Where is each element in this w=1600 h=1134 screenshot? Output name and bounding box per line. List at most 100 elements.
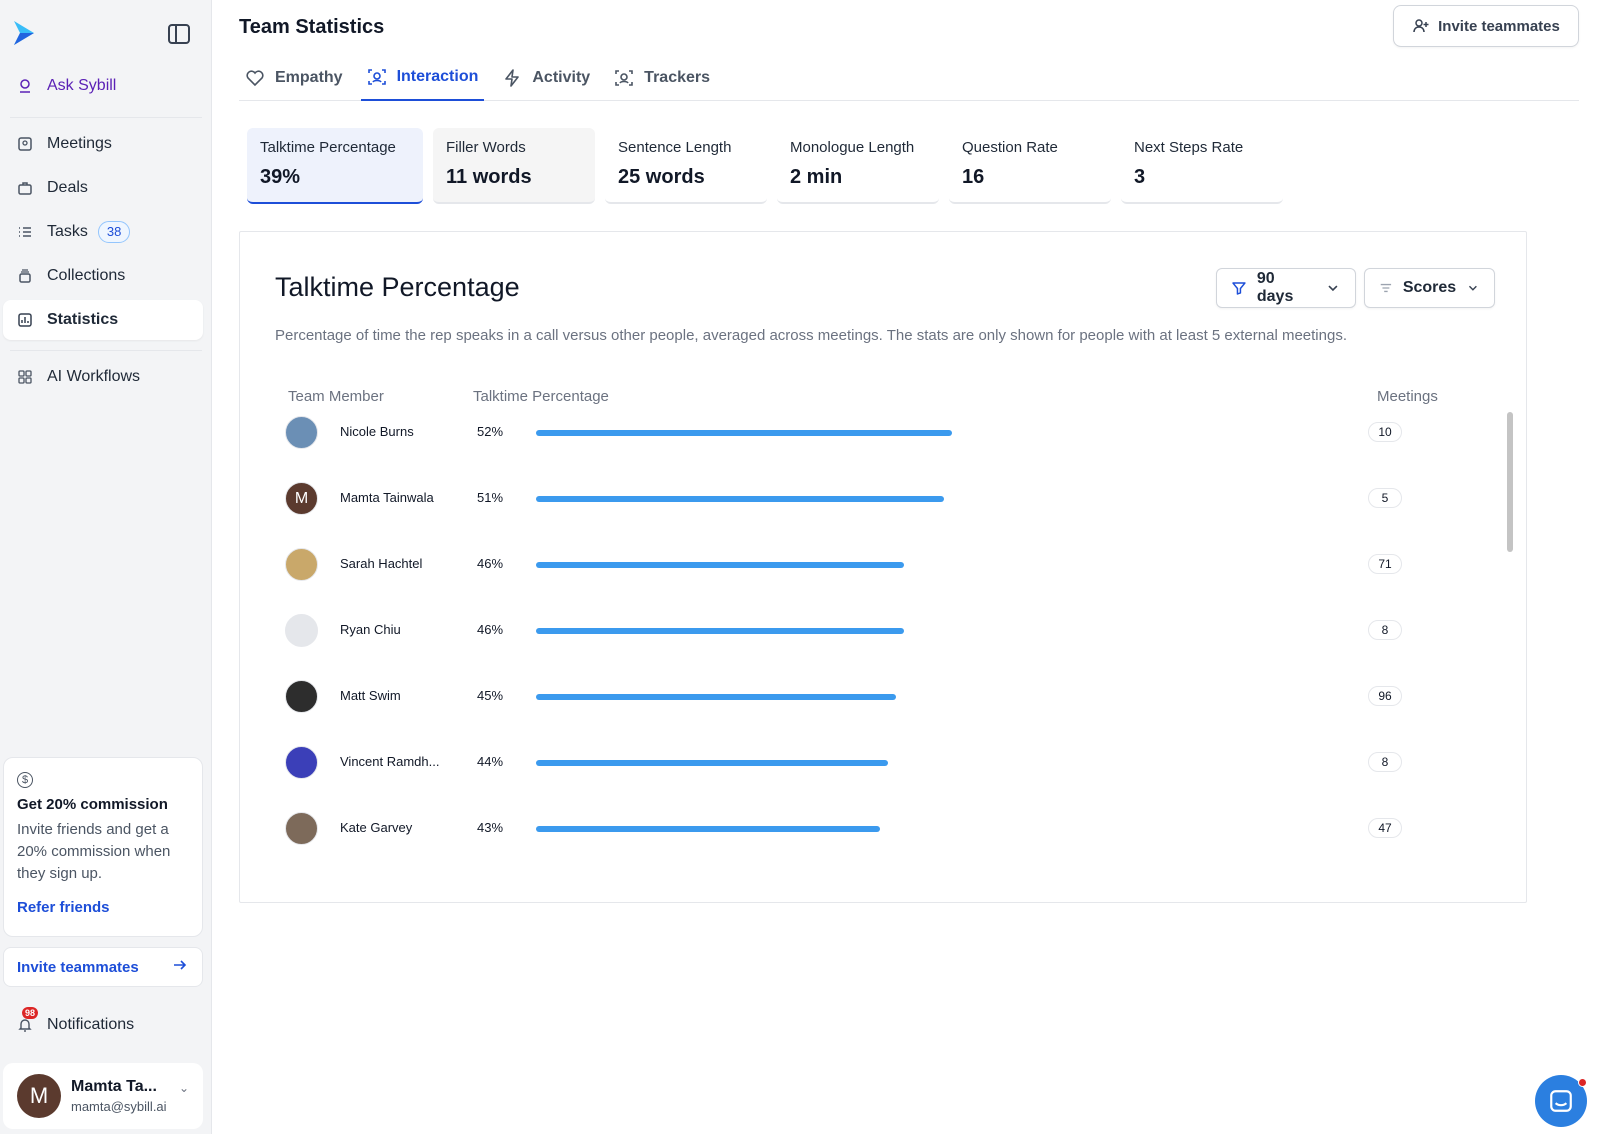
filter-icon — [1232, 282, 1246, 295]
sidebar-item-meetings[interactable]: Meetings — [3, 124, 203, 164]
talktime-bar — [536, 826, 880, 832]
column-header-talktime: Talktime Percentage — [473, 388, 609, 405]
arrow-right-icon — [172, 957, 188, 977]
member-name: Sarah Hachtel — [340, 556, 423, 571]
talktime-bar — [536, 496, 944, 502]
metric-card-sentence-length[interactable]: Sentence Length 25 words — [605, 128, 767, 204]
avatar — [285, 746, 318, 779]
talktime-bar-track — [536, 826, 1336, 832]
card-title: Talktime Percentage — [275, 272, 520, 302]
talktime-bar-track — [536, 562, 1336, 568]
refer-friends-link[interactable]: Refer friends — [17, 899, 189, 916]
talktime-card: Talktime Percentage 90 days Scores Perce… — [239, 231, 1527, 903]
referral-promo-card: $ Get 20% commission Invite friends and … — [3, 757, 203, 937]
table-row[interactable]: Ryan Chiu 46% 8 — [285, 610, 1460, 650]
metric-label: Sentence Length — [618, 139, 732, 156]
grid-icon — [17, 369, 33, 385]
metric-label: Filler Words — [446, 139, 526, 156]
chat-unread-dot — [1578, 1078, 1587, 1087]
table-row[interactable]: Kate Garvey 43% 47 — [285, 808, 1460, 848]
profile-name: Mamta Ta... — [71, 1078, 157, 1095]
invite-teammates-button[interactable]: Invite teammates — [1393, 5, 1579, 47]
sidebar-item-statistics[interactable]: Statistics — [3, 300, 203, 340]
metric-card-talktime[interactable]: Talktime Percentage 39% — [247, 128, 423, 204]
tab-label: Empathy — [275, 69, 343, 86]
table-scrollbar[interactable] — [1505, 412, 1515, 867]
sidebar-item-collections[interactable]: Collections — [3, 256, 203, 296]
meetings-count-badge: 71 — [1368, 554, 1402, 574]
meetings-count-badge: 8 — [1368, 752, 1402, 772]
metric-card-next-steps-rate[interactable]: Next Steps Rate 3 — [1121, 128, 1283, 204]
table-row[interactable]: M Mamta Tainwala 51% 5 — [285, 478, 1460, 518]
user-profile-menu[interactable]: M Mamta Ta... mamta@sybill.ai ⌄ — [3, 1063, 203, 1129]
talktime-bar-track — [536, 628, 1336, 634]
talktime-value: 51% — [477, 490, 504, 505]
member-name: Vincent Ramdh... — [340, 754, 440, 769]
sidebar-divider — [10, 117, 202, 118]
column-header-member: Team Member — [288, 388, 384, 405]
tab-label: Interaction — [396, 68, 479, 85]
notifications-label: Notifications — [47, 1016, 135, 1033]
talktime-value: 52% — [477, 424, 504, 439]
avatar — [285, 812, 318, 845]
table-row[interactable]: Vincent Ramdh... 44% 8 — [285, 742, 1460, 782]
member-name: Mamta Tainwala — [340, 490, 434, 505]
scan-face-icon — [367, 69, 386, 85]
sidebar-item-label: Deals — [47, 179, 88, 196]
sidebar-item-label: Collections — [47, 267, 126, 284]
metric-value: 39% — [260, 166, 301, 188]
sidebar-item-label: AI Workflows — [47, 368, 141, 385]
invite-teammates-sidebar-button[interactable]: Invite teammates — [3, 947, 203, 987]
scrollbar-thumb[interactable] — [1507, 412, 1513, 552]
avatar — [285, 548, 318, 581]
chevron-down-icon — [1328, 285, 1338, 292]
sort-dropdown[interactable]: Scores — [1364, 268, 1495, 308]
avatar: M — [285, 482, 318, 515]
briefcase-icon — [17, 180, 33, 196]
main-content: Team Statistics Invite teammates Empathy… — [212, 0, 1600, 1134]
tab-trackers[interactable]: Trackers — [608, 55, 716, 101]
chart-icon — [17, 312, 33, 328]
metric-cards: Talktime Percentage 39% Filler Words 11 … — [247, 128, 1293, 204]
sidebar-collapse-icon[interactable] — [168, 24, 190, 44]
tab-activity[interactable]: Activity — [496, 55, 596, 101]
sidebar-divider — [10, 350, 202, 351]
table-row[interactable]: Sarah Hachtel 46% 71 — [285, 544, 1460, 584]
sidebar-item-ask-sybill[interactable]: Ask Sybill — [3, 66, 203, 106]
metric-card-filler-words[interactable]: Filler Words 11 words — [433, 128, 595, 204]
stat-tabs: Empathy Interaction Activity Trackers — [239, 55, 1579, 101]
metric-card-monologue-length[interactable]: Monologue Length 2 min — [777, 128, 939, 204]
sybill-logo[interactable] — [10, 18, 40, 48]
tab-empathy[interactable]: Empathy — [239, 55, 349, 101]
collections-icon — [17, 268, 33, 284]
ask-sybill-icon — [17, 78, 33, 94]
date-range-dropdown[interactable]: 90 days — [1216, 268, 1356, 308]
tasks-count-badge: 38 — [97, 221, 131, 243]
scan-face-icon — [615, 70, 633, 86]
table-row[interactable]: Matt Swim 45% 96 — [285, 676, 1460, 716]
sidebar-item-ai-workflows[interactable]: AI Workflows — [3, 357, 203, 397]
notifications-item[interactable]: 98 Notifications — [3, 1005, 203, 1045]
sidebar-item-deals[interactable]: Deals — [3, 168, 203, 208]
metric-label: Monologue Length — [790, 139, 915, 156]
lightning-icon — [505, 69, 520, 87]
tab-interaction[interactable]: Interaction — [360, 55, 485, 101]
talktime-bar-track — [536, 694, 1336, 700]
meetings-count-badge: 96 — [1368, 686, 1402, 706]
talktime-value: 44% — [477, 754, 504, 769]
list-icon — [17, 224, 33, 240]
sort-lines-icon — [1380, 283, 1392, 293]
meetings-count-badge: 5 — [1368, 488, 1402, 508]
avatar — [285, 416, 318, 449]
member-name: Ryan Chiu — [340, 622, 401, 637]
notification-count-badge: 98 — [22, 1007, 39, 1019]
talktime-value: 45% — [477, 688, 504, 703]
metric-value: 3 — [1134, 166, 1146, 188]
talktime-bar — [536, 760, 888, 766]
chat-icon — [1550, 1090, 1572, 1112]
metric-card-question-rate[interactable]: Question Rate 16 — [949, 128, 1111, 204]
table-row[interactable]: Nicole Burns 52% 10 — [285, 412, 1460, 452]
meetings-icon — [17, 136, 33, 152]
metric-value: 11 words — [446, 166, 532, 188]
sidebar-item-tasks[interactable]: Tasks 38 — [3, 212, 203, 252]
